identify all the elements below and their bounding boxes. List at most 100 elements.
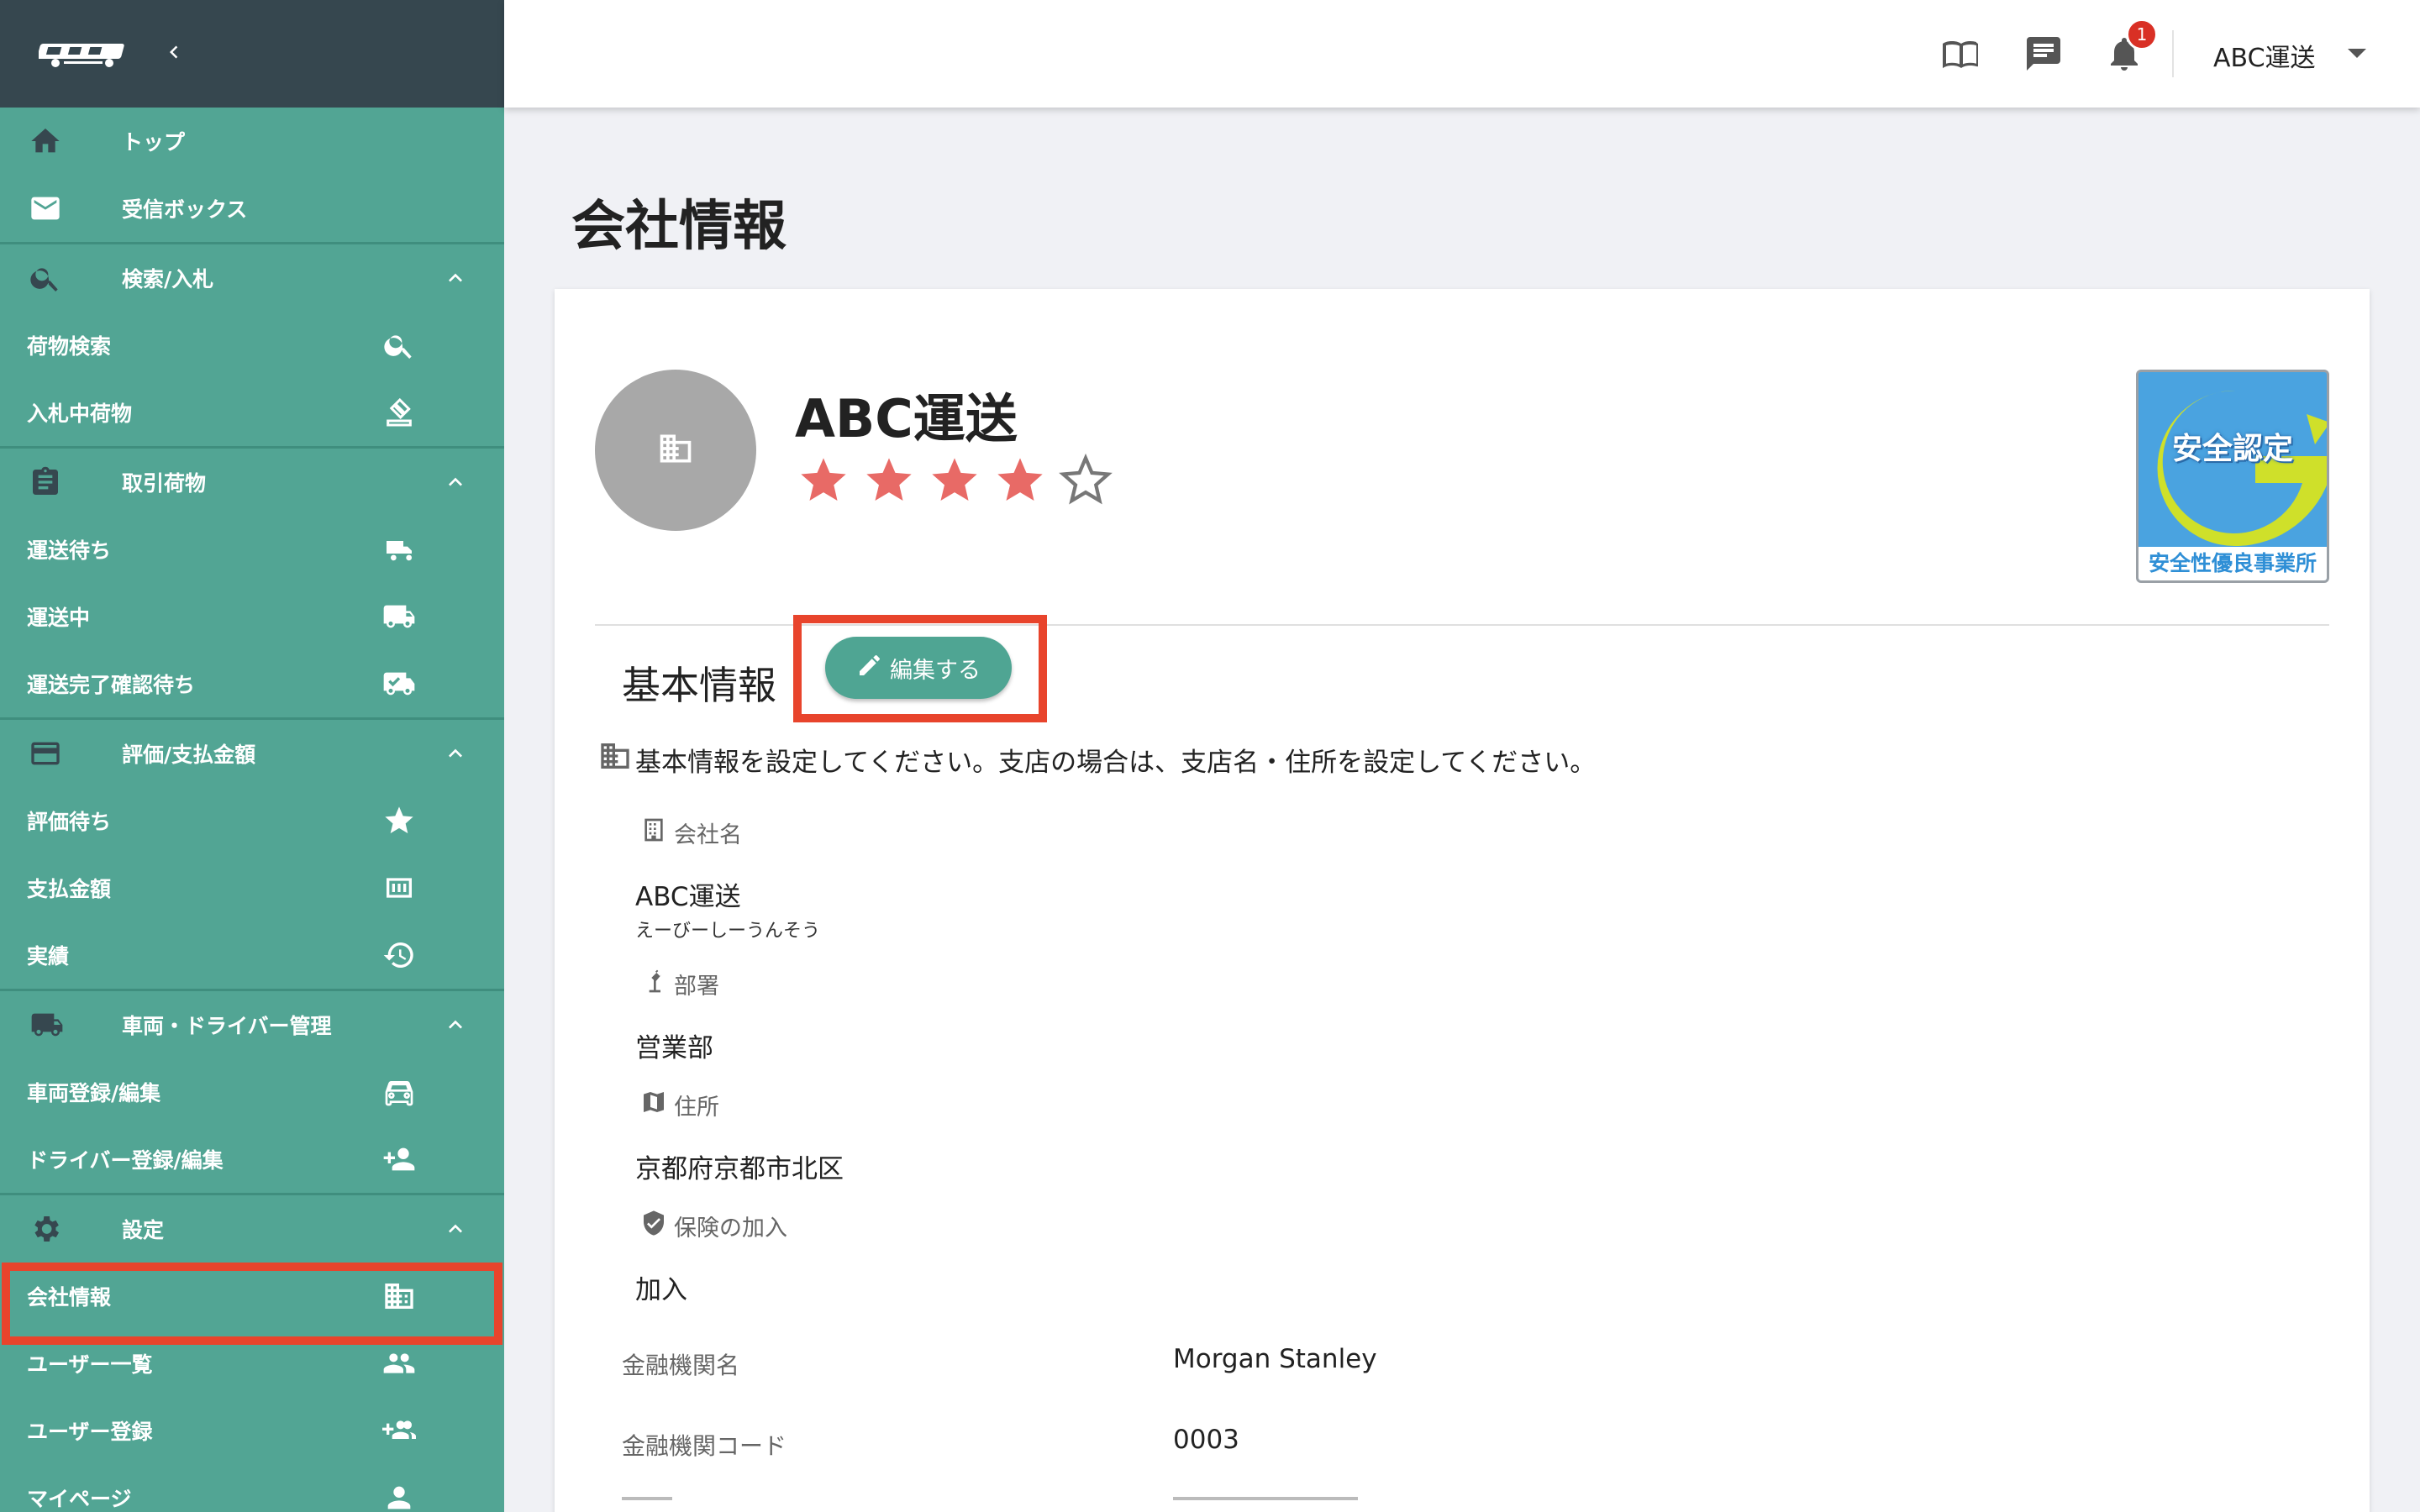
highlight-box [793,615,1047,722]
company-avatar [595,370,756,531]
company-name-value: ABC運送 [635,882,741,912]
rating-stars [797,454,1124,507]
sidebar-item-awaiting-review[interactable]: 評価待ち [0,787,504,854]
sidebar-item-label: ドライバー登録/編集 [27,1148,224,1173]
address-label: 住所 [640,1089,719,1121]
sidebar-item-label: 車両・ドライバー管理 [122,1014,332,1038]
insurance-value: 加入 [635,1275,687,1305]
sidebar-item-label: ユーザー一覧 [27,1352,153,1377]
sidebar-item-label: 受信ボックス [122,197,248,222]
sidebar-item-user-list[interactable]: ユーザー一覧 [0,1330,504,1397]
chevron-up-icon[interactable] [442,265,469,297]
chevron-up-icon[interactable] [442,740,469,772]
sidebar-item-label: マイページ [27,1487,132,1511]
group-add-icon [382,1414,416,1447]
sidebar-section-settings[interactable]: 設定 [0,1195,504,1263]
bank-name-label: 金融機関名 [622,1352,740,1379]
sidebar-item-driver-register[interactable]: ドライバー登録/編集 [0,1126,504,1193]
caret-down-icon[interactable] [2348,49,2366,58]
company-name-label: 会社名 [640,816,742,849]
sidebar: トップ 受信ボックス 検索/入札 荷物検索 入札中荷物 取引荷物 運送待ち 運送… [0,0,504,1512]
notice-text: 基本情報を設定してください。支店の場合は、支店名・住所を設定してください。 [635,747,1597,778]
user-menu-label[interactable]: ABC運送 [2213,37,2316,74]
person-icon [382,1481,416,1512]
history-icon [382,938,416,972]
sidebar-item-label: 実績 [27,944,70,969]
sidebar-item-label: 検索/入札 [122,267,214,291]
sidebar-section-vehicles[interactable]: 車両・ドライバー管理 [0,991,504,1058]
notification-badge: 1 [2126,18,2158,50]
sidebar-item-company-info[interactable]: 会社情報 [0,1263,504,1345]
money-icon [382,871,416,905]
sidebar-section-evaluation[interactable]: 評価/支払金額 [0,720,504,787]
sidebar-item-cargo-search[interactable]: 荷物検索 [0,312,504,379]
label-text: 保険の加入 [674,1215,787,1242]
label-text: 住所 [674,1095,719,1121]
chevron-up-icon[interactable] [442,1011,469,1043]
search-icon [29,261,62,295]
sidebar-item-label: 運送待ち [27,538,112,563]
sidebar-item-in-transit[interactable]: 運送中 [0,583,504,650]
department-label: 部署 [640,968,719,1000]
chevron-up-icon[interactable] [442,469,469,501]
insurance-label: 保険の加入 [640,1210,787,1242]
desk-lamp-icon [640,968,674,1000]
bank-code-value: 0003 [1173,1425,1239,1455]
gavel-icon [382,396,416,429]
card-icon [29,737,62,770]
car-icon [382,1075,416,1109]
sidebar-item-label: 支払金額 [27,877,112,901]
sidebar-item-payment[interactable]: 支払金額 [0,854,504,921]
home-icon [29,124,62,158]
clipped-row-label [622,1497,672,1500]
sidebar-item-inbox[interactable]: 受信ボックス [0,175,504,242]
sidebar-item-label: 評価/支払金額 [122,743,256,767]
cert-top-text: 安全認定 [2171,432,2293,466]
sidebar-item-label: 荷物検索 [27,334,112,359]
safety-cert-badge: 安全認定 安全性優良事業所 [2136,370,2329,583]
bank-code-label: 金融機関コード [622,1432,787,1460]
sidebar-item-label: トップ [122,130,186,155]
star-filled-icon [866,458,912,501]
manual-book-icon[interactable] [1941,34,1981,77]
company-kana-value: えーびーしーうんそう [635,921,821,942]
truck-icon [29,1008,66,1042]
building-icon [598,739,635,780]
sidebar-item-user-register[interactable]: ユーザー登録 [0,1397,504,1464]
page-title: 会社情報 [571,196,786,258]
sidebar-item-label: 運送完了確認待ち [27,673,196,697]
bank-name-value: Morgan Stanley [1173,1344,1377,1374]
department-value: 営業部 [635,1033,713,1063]
sidebar-item-label: 会社情報 [27,1285,112,1310]
chevron-up-icon[interactable] [442,1215,469,1247]
sidebar-item-top[interactable]: トップ [0,108,504,175]
sidebar-item-mypage[interactable]: マイページ [0,1464,504,1512]
cert-bottom-text: 安全性優良事業所 [2139,547,2327,580]
label-text: 会社名 [674,822,742,848]
sidebar-item-bidding[interactable]: 入札中荷物 [0,379,504,446]
search-icon [382,328,416,362]
building-icon [657,430,694,470]
mail-icon [29,192,62,225]
section-title: 基本情報 [622,663,776,708]
building-icon [640,816,674,849]
people-icon [382,1347,416,1380]
star-filled-icon [932,458,977,501]
sidebar-item-vehicle-register[interactable]: 車両登録/編集 [0,1058,504,1126]
sidebar-section-search[interactable]: 検索/入札 [0,244,504,312]
chat-icon[interactable] [2023,34,2064,77]
address-value: 京都府京都市北区 [635,1154,844,1184]
sidebar-item-label: 入札中荷物 [27,402,133,426]
sidebar-section-deals[interactable]: 取引荷物 [0,449,504,516]
sidebar-item-results[interactable]: 実績 [0,921,504,989]
sidebar-item-label: ユーザー登録 [27,1420,153,1444]
app-logo[interactable] [37,39,136,69]
sidebar-item-completion-check[interactable]: 運送完了確認待ち [0,650,504,717]
star-icon [382,804,416,837]
gear-icon [29,1212,62,1246]
building-icon [382,1279,416,1313]
sidebar-item-label: 車両登録/編集 [27,1081,161,1105]
sidebar-item-awaiting-transport[interactable]: 運送待ち [0,516,504,583]
chevron-left-icon[interactable] [161,39,187,68]
truck-check-icon [382,667,416,701]
